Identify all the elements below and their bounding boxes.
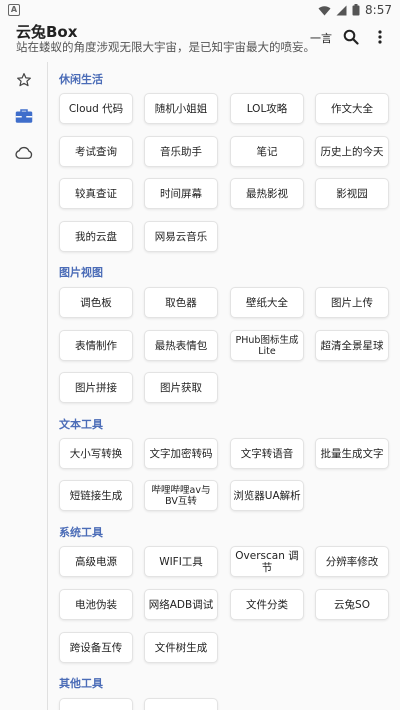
yiyan-button[interactable]: 一言 [310, 30, 332, 46]
star-icon[interactable] [13, 69, 35, 91]
tool-button[interactable]: LOL攻略 [230, 93, 304, 124]
tool-button[interactable]: 文字转语音 [230, 438, 304, 469]
notification-icon: A [8, 4, 20, 16]
tool-button[interactable]: 批量生成文字 [315, 438, 389, 469]
tool-button[interactable]: 最热表情包 [144, 330, 218, 361]
tool-button[interactable]: 音乐助手 [144, 136, 218, 167]
tool-button-partial[interactable] [144, 698, 218, 710]
tool-button[interactable]: PHub图标生成 Lite [230, 330, 304, 361]
tool-button[interactable]: 历史上的今天 [315, 136, 389, 167]
tool-button[interactable]: 取色器 [144, 287, 218, 318]
tool-button[interactable]: 电池伪装 [59, 589, 133, 620]
tool-button[interactable]: 壁纸大全 [230, 287, 304, 318]
tool-button[interactable]: 表情制作 [59, 330, 133, 361]
sidebar [0, 62, 48, 710]
tool-button[interactable]: 调色板 [59, 287, 133, 318]
tool-button[interactable]: Overscan 调节 [230, 546, 304, 577]
tool-button[interactable]: 影视园 [315, 178, 389, 209]
app-bar: 云兔Box 站在蝼蚁的角度涉观无限大宇宙，是已知宇宙最大的喷妄。 一言 [0, 20, 400, 58]
tool-button[interactable]: 大小写转换 [59, 438, 133, 469]
toolbox-icon[interactable] [13, 105, 35, 127]
tool-button[interactable]: 云兔SO [315, 589, 389, 620]
tool-button[interactable]: 较真查证 [59, 178, 133, 209]
tool-button[interactable]: 文件分类 [230, 589, 304, 620]
tool-button[interactable]: 分辨率修改 [315, 546, 389, 577]
tool-button[interactable]: 高级电源 [59, 546, 133, 577]
app-subtitle: 站在蝼蚁的角度涉观无限大宇宙，是已知宇宙最大的喷妄。 [16, 40, 315, 54]
tool-button[interactable]: 文件树生成 [144, 632, 218, 663]
tool-button[interactable]: WIFI工具 [144, 546, 218, 577]
tool-list: 休闲生活 Cloud 代码 随机小姐姐 LOL攻略 作文大全 考试查询 音乐助手… [49, 62, 400, 710]
tool-button[interactable]: 图片拼接 [59, 372, 133, 403]
battery-icon [352, 4, 360, 16]
tool-button[interactable]: 笔记 [230, 136, 304, 167]
section-title: 图片视图 [59, 266, 103, 279]
tool-button[interactable]: 时间屏幕 [144, 178, 218, 209]
tool-button[interactable]: 作文大全 [315, 93, 389, 124]
tool-button[interactable]: 最热影视 [230, 178, 304, 209]
tool-button[interactable]: 浏览器UA解析 [230, 480, 304, 511]
tool-button[interactable]: 图片上传 [315, 287, 389, 318]
tool-button-partial[interactable] [59, 698, 133, 710]
tool-button[interactable]: 超清全景星球 [315, 330, 389, 361]
status-bar: A 8:57 [0, 0, 400, 20]
wifi-icon [318, 5, 331, 16]
tool-button[interactable]: 跨设备互传 [59, 632, 133, 663]
more-options-icon[interactable] [372, 29, 388, 49]
tool-button[interactable]: 随机小姐姐 [144, 93, 218, 124]
tool-button[interactable]: 哔哩哔哩av与BV互转 [144, 480, 218, 511]
section-title: 其他工具 [59, 677, 103, 690]
section-title: 系统工具 [59, 526, 103, 539]
section-title: 休闲生活 [59, 73, 103, 86]
tool-button[interactable]: Cloud 代码 [59, 93, 133, 124]
tool-button[interactable]: 图片获取 [144, 372, 218, 403]
tool-button[interactable]: 考试查询 [59, 136, 133, 167]
tool-button[interactable]: 网络ADB调试 [144, 589, 218, 620]
cloud-icon[interactable] [13, 142, 35, 164]
tool-button[interactable]: 文字加密转码 [144, 438, 218, 469]
section-title: 文本工具 [59, 418, 103, 431]
search-icon[interactable] [343, 29, 359, 49]
signal-icon [336, 5, 347, 16]
tool-button[interactable]: 网易云音乐 [144, 221, 218, 252]
tool-button[interactable]: 我的云盘 [59, 221, 133, 252]
tool-button[interactable]: 短链接生成 [59, 480, 133, 511]
clock-time: 8:57 [365, 3, 392, 17]
